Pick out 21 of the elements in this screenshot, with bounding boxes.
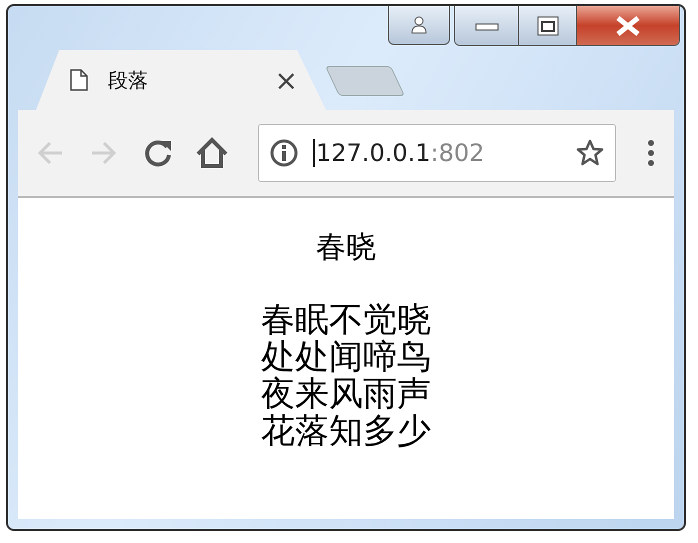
star-icon[interactable] bbox=[575, 138, 605, 168]
maximize-button[interactable] bbox=[519, 6, 577, 45]
poem-line: 春眠不觉晓 bbox=[261, 302, 431, 339]
tab-close-button[interactable]: × bbox=[274, 64, 298, 96]
poem-line: 处处闻啼鸟 bbox=[261, 339, 431, 376]
poem-line: 夜来风雨声 bbox=[261, 376, 431, 413]
close-icon bbox=[615, 16, 641, 36]
profile-button[interactable] bbox=[388, 6, 450, 45]
browser-tab[interactable]: 段落 × bbox=[36, 50, 326, 110]
tab-title: 段落 bbox=[108, 66, 149, 94]
address-bar[interactable]: 127.0.0.1:802 bbox=[258, 124, 616, 182]
poem-line: 花落知多少 bbox=[261, 413, 431, 450]
maximize-icon bbox=[536, 16, 558, 36]
page-icon bbox=[70, 69, 88, 91]
close-button[interactable] bbox=[577, 6, 679, 45]
person-icon bbox=[409, 15, 429, 35]
poem-title: 春晓 bbox=[316, 230, 376, 266]
home-icon[interactable] bbox=[194, 135, 230, 171]
info-icon[interactable] bbox=[269, 138, 299, 168]
minimize-button[interactable] bbox=[455, 6, 519, 45]
url-text: 127.0.0.1:802 bbox=[313, 139, 561, 167]
